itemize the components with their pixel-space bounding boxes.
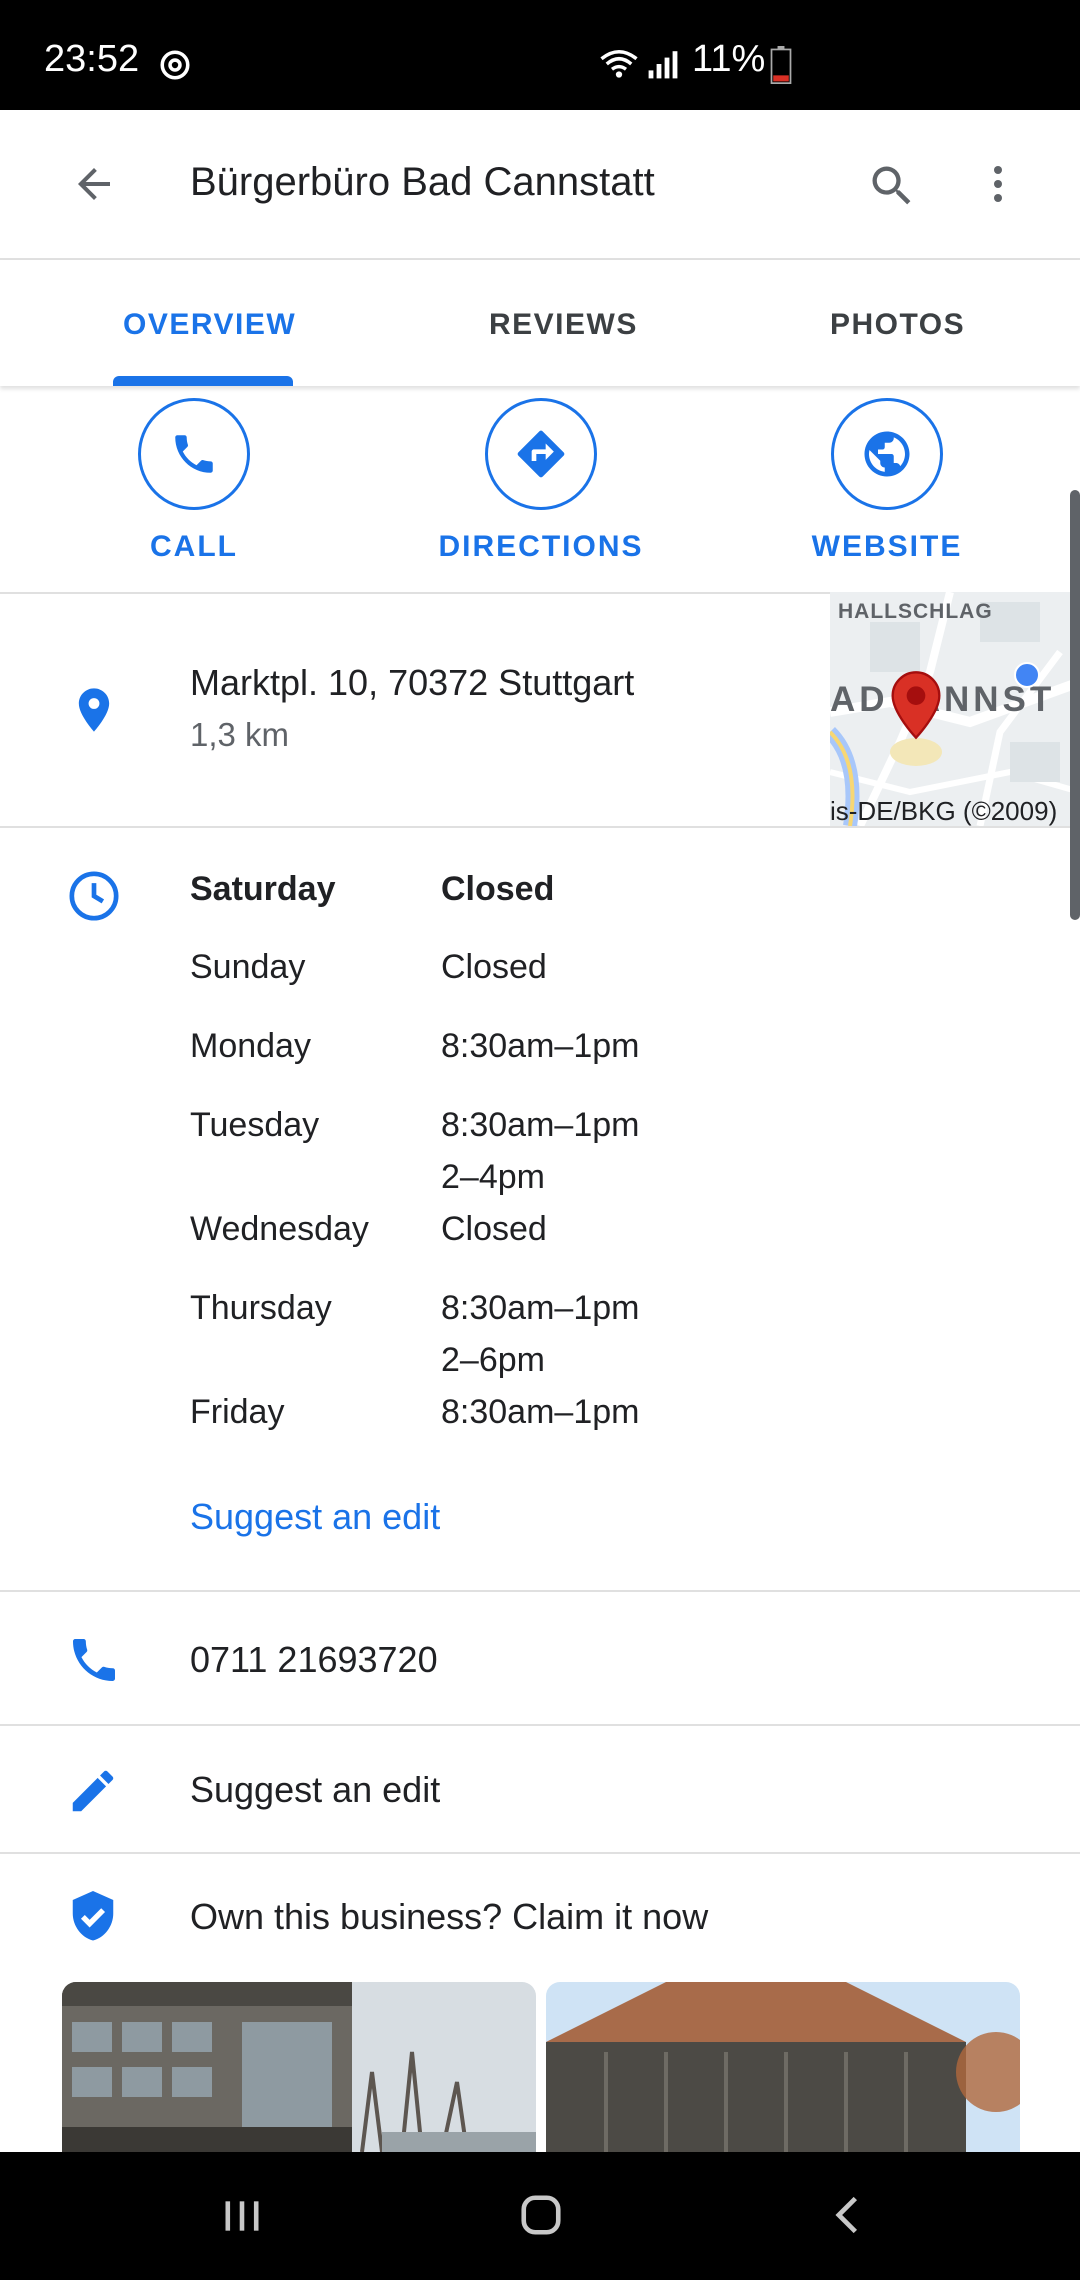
active-tab-indicator (113, 376, 293, 386)
hours-day-wednesday: Wednesday (190, 1210, 369, 1248)
hours-time-wednesday: Closed (441, 1210, 547, 1248)
hours-time-sunday: Closed (441, 948, 547, 986)
hours-time-monday: 8:30am–1pm (441, 1027, 640, 1065)
address-row[interactable]: Marktpl. 10, 70372 Stuttgart 1,3 km (0, 594, 830, 826)
wifi-icon (600, 50, 638, 78)
battery-percentage: 11% (692, 38, 766, 80)
hours-time-saturday: Closed (441, 870, 555, 908)
building-photo-2 (546, 1982, 1020, 2152)
page-title: Bürgerbüro Bad Cannstatt (190, 160, 655, 204)
verified-shield-icon (72, 1891, 114, 1941)
more-options-icon[interactable] (974, 160, 1022, 208)
sync-icon (160, 50, 190, 80)
hours-day-friday: Friday (190, 1393, 285, 1431)
navigation-bar (0, 2152, 1080, 2280)
claim-business-label: Own this business? Claim it now (190, 1896, 709, 1937)
home-icon[interactable] (518, 2192, 564, 2238)
place-photo[interactable] (62, 1982, 536, 2152)
place-photo[interactable] (546, 1982, 1020, 2152)
search-icon[interactable] (866, 160, 918, 212)
website-button[interactable]: WEBSITE (777, 398, 997, 568)
distance-text: 1,3 km (190, 716, 290, 753)
status-bar: 23:52 11% (0, 0, 1080, 110)
phone-row[interactable]: 0711 21693720 (0, 1592, 1080, 1724)
hours-time-friday: 8:30am–1pm (441, 1393, 640, 1431)
suggest-edit-label: Suggest an edit (190, 1769, 441, 1810)
tab-bar: OVERVIEW REVIEWS PHOTOS (0, 260, 1080, 386)
tab-overview[interactable]: OVERVIEW (123, 308, 296, 342)
address-text: Marktpl. 10, 70372 Stuttgart (190, 662, 635, 703)
globe-icon (864, 431, 910, 477)
app-bar: Bürgerbüro Bad Cannstatt (0, 110, 1080, 260)
current-location-dot (1014, 662, 1040, 688)
map-pin-icon (891, 671, 941, 740)
phone-icon (73, 1639, 115, 1681)
hours-time-thursday: 8:30am–1pm (441, 1289, 640, 1327)
hours-day-saturday: Saturday (190, 870, 336, 908)
phone-icon (175, 435, 213, 473)
directions-label: DIRECTIONS (438, 530, 644, 563)
suggest-edit-link[interactable]: Suggest an edit (190, 1496, 440, 1538)
hours-section: Saturday Closed Sunday Closed Monday 8:3… (0, 826, 1080, 1586)
hours-day-tuesday: Tuesday (190, 1106, 320, 1144)
hours-time-tuesday-2: 2–4pm (441, 1158, 545, 1196)
claim-business-row[interactable]: Own this business? Claim it now (0, 1854, 1080, 1980)
pencil-icon (72, 1770, 114, 1812)
building-photo-1 (62, 1982, 536, 2152)
battery-icon (770, 46, 792, 84)
location-pin-icon (78, 688, 110, 732)
status-time: 23:52 (44, 38, 140, 80)
website-label: WEBSITE (811, 530, 963, 563)
map-thumbnail[interactable]: HALLSCHLAG AD ANNST is-DE/BKG (©2009) (830, 592, 1080, 826)
map-attribution: is-DE/BKG (©2009) (830, 796, 1058, 826)
recent-apps-icon[interactable] (220, 2194, 264, 2238)
back-arrow-icon[interactable] (70, 160, 118, 208)
tab-photos[interactable]: PHOTOS (830, 308, 965, 342)
map-label-district: HALLSCHLAG (838, 600, 993, 623)
tab-reviews[interactable]: REVIEWS (489, 308, 638, 342)
suggest-edit-row[interactable]: Suggest an edit (0, 1726, 1080, 1852)
back-icon[interactable] (826, 2192, 870, 2238)
hours-day-sunday: Sunday (190, 948, 306, 986)
hours-day-thursday: Thursday (190, 1289, 332, 1327)
hours-time-thursday-2: 2–6pm (441, 1341, 545, 1379)
hours-day-monday: Monday (190, 1027, 311, 1065)
scrollbar-thumb[interactable] (1070, 490, 1080, 920)
phone-number: 0711 21693720 (190, 1639, 438, 1680)
call-label: CALL (150, 530, 238, 563)
hours-time-tuesday: 8:30am–1pm (441, 1106, 640, 1144)
directions-button[interactable]: DIRECTIONS (431, 398, 651, 568)
directions-icon (517, 430, 565, 478)
signal-icon (648, 51, 678, 79)
call-button[interactable]: CALL (84, 398, 304, 568)
